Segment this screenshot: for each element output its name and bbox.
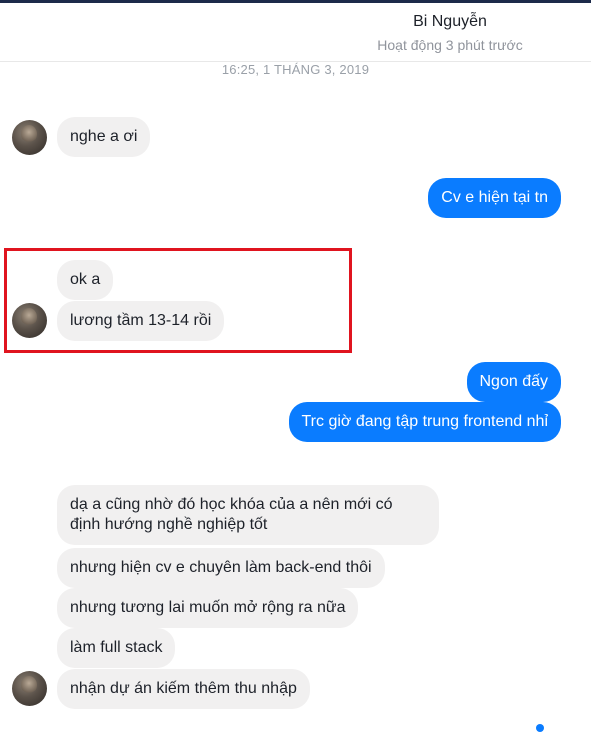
contact-avatar[interactable] — [12, 671, 47, 706]
conversation-header: Bi Nguyễn Hoạt động 3 phút trước — [0, 3, 591, 62]
seen-indicator-icon — [536, 724, 544, 732]
message-bubble-incoming[interactable]: nhận dự án kiếm thêm thu nhập — [57, 669, 310, 709]
message-bubble-incoming[interactable]: làm full stack — [57, 628, 176, 668]
message-bubble-incoming[interactable]: nhưng hiện cv e chuyên làm back-end thôi — [57, 548, 385, 588]
message-bubble-incoming[interactable]: nhưng tương lai muốn mở rộng ra nữa — [57, 588, 359, 628]
message-bubble-outgoing[interactable]: Trc giờ đang tập trung frontend nhỉ — [288, 402, 561, 442]
message-bubble-incoming[interactable]: dạ a cũng nhờ đó học khóa của a nên mới … — [57, 485, 439, 545]
contact-avatar[interactable] — [12, 120, 47, 155]
message-bubble-outgoing[interactable]: Ngon đấy — [466, 362, 561, 402]
message-bubble-incoming[interactable]: nghe a ơi — [57, 117, 151, 157]
message-bubble-outgoing[interactable]: Cv e hiện tại tn — [428, 178, 561, 218]
contact-name[interactable]: Bi Nguyễn — [0, 13, 591, 31]
contact-active-status: Hoạt động 3 phút trước — [377, 37, 523, 53]
message-timestamp: 16:25, 1 THÁNG 3, 2019 — [221, 62, 370, 77]
highlight-annotation-box — [4, 248, 352, 353]
